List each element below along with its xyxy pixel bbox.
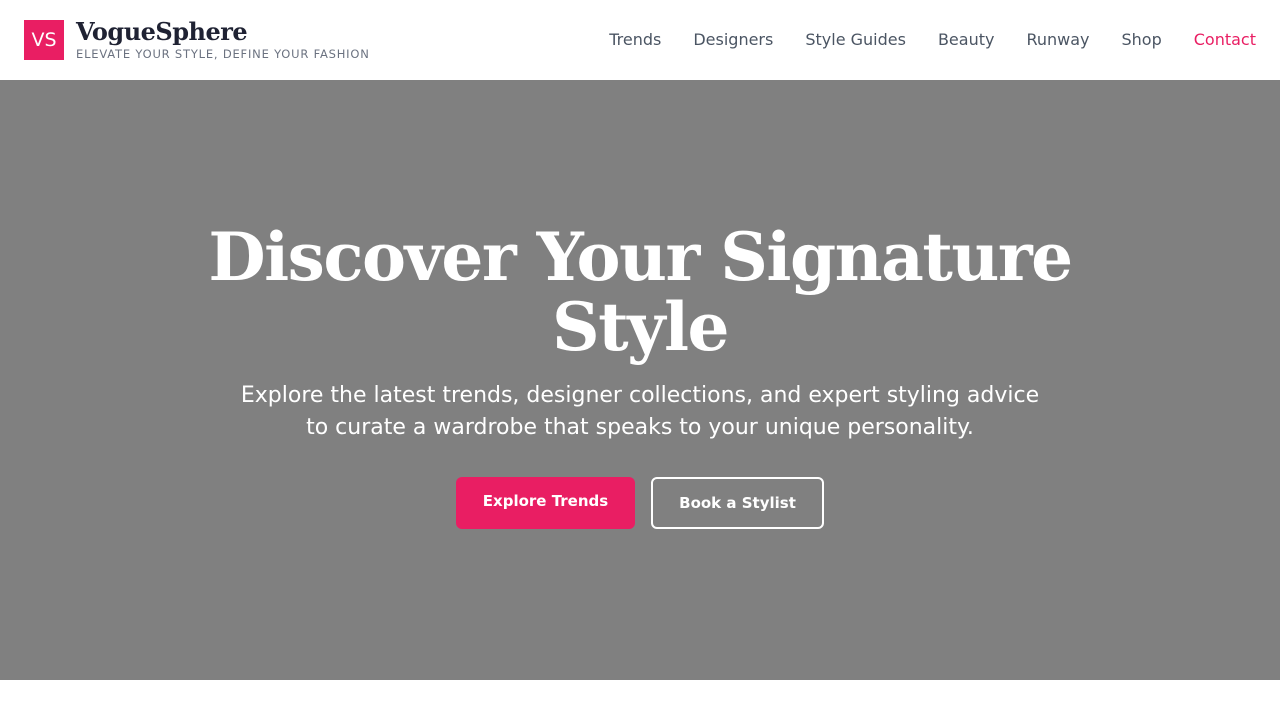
main-nav: Trends Designers Style Guides Beauty Run… bbox=[609, 30, 1256, 50]
hero-subtitle: Explore the latest trends, designer coll… bbox=[240, 383, 1040, 440]
nav-link-runway[interactable]: Runway bbox=[1026, 30, 1089, 50]
nav-link-shop[interactable]: Shop bbox=[1122, 30, 1162, 50]
logo-icon: VS bbox=[24, 20, 64, 60]
nav-link-style-guides[interactable]: Style Guides bbox=[805, 30, 906, 50]
book-stylist-button[interactable]: Book a Stylist bbox=[651, 477, 824, 529]
explore-trends-button[interactable]: Explore Trends bbox=[456, 477, 635, 529]
brand-text: VogueSphere ELEVATE YOUR STYLE, DEFINE Y… bbox=[76, 17, 370, 62]
nav-link-contact[interactable]: Contact bbox=[1194, 30, 1256, 50]
nav-link-designers[interactable]: Designers bbox=[693, 30, 773, 50]
nav-link-trends[interactable]: Trends bbox=[609, 30, 661, 50]
brand-tagline: ELEVATE YOUR STYLE, DEFINE YOUR FASHION bbox=[76, 47, 370, 61]
brand-name: VogueSphere bbox=[76, 17, 248, 46]
site-header: VS VogueSphere ELEVATE YOUR STYLE, DEFIN… bbox=[0, 0, 1280, 80]
brand-link[interactable]: VS VogueSphere ELEVATE YOUR STYLE, DEFIN… bbox=[24, 19, 370, 61]
hero-section: Discover Your Signature Style Explore th… bbox=[0, 80, 1280, 680]
cta-group: Explore Trends Book a Stylist bbox=[456, 477, 824, 529]
hero-title: Discover Your Signature Style bbox=[208, 218, 1073, 366]
nav-link-beauty[interactable]: Beauty bbox=[938, 30, 995, 50]
